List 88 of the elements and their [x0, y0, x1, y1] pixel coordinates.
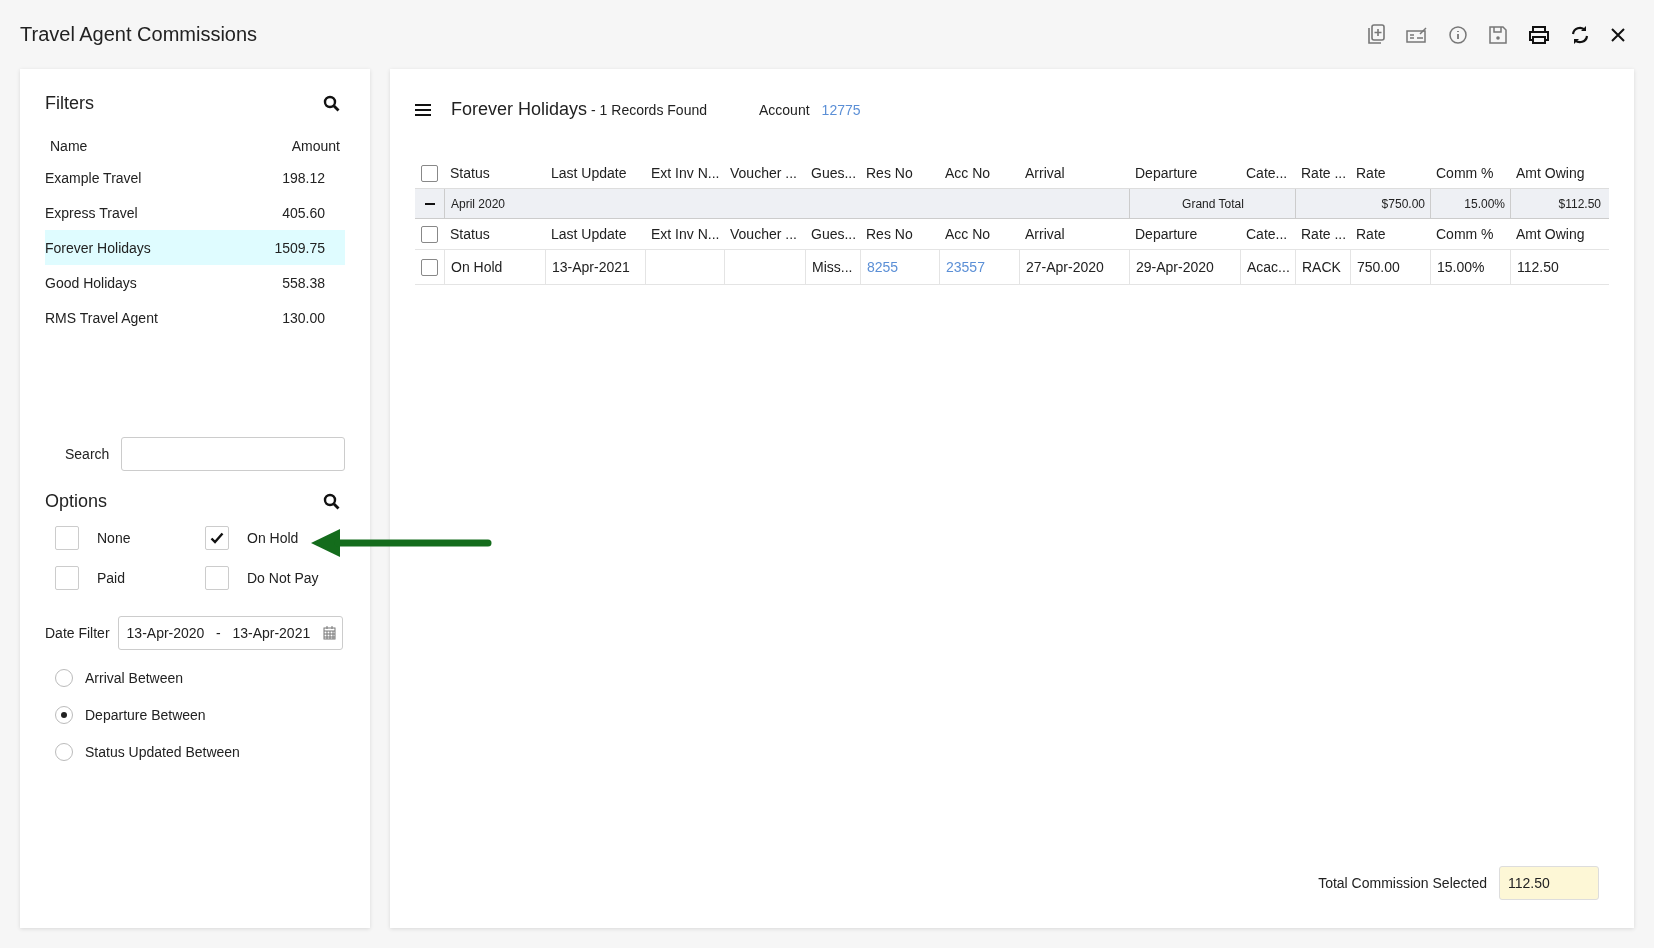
- column-header[interactable]: Ext Inv N...: [645, 219, 724, 249]
- select-all-checkbox[interactable]: [421, 225, 438, 243]
- table-cell: RACK: [1302, 259, 1341, 275]
- column-header[interactable]: Comm %: [1430, 158, 1510, 188]
- column-header[interactable]: Res No: [860, 158, 939, 188]
- table-cell: 15.00%: [1430, 189, 1510, 218]
- column-header[interactable]: Cate...: [1240, 158, 1295, 188]
- column-header[interactable]: Gues...: [805, 158, 860, 188]
- table-cell: 29-Apr-2020: [1136, 259, 1214, 275]
- window-title: Travel Agent Commissions: [20, 23, 258, 46]
- column-header[interactable]: Rate: [1350, 158, 1430, 188]
- search-label: Search: [65, 446, 110, 462]
- column-header[interactable]: Arrival: [1019, 219, 1129, 249]
- column-header[interactable]: Arrival: [1019, 158, 1129, 188]
- column-header[interactable]: Rate ...: [1295, 219, 1350, 249]
- row-checkbox[interactable]: [421, 258, 438, 276]
- table-cell: $112.50: [1510, 189, 1606, 218]
- select-all-checkbox[interactable]: [421, 164, 438, 182]
- records-count: - 1 Records Found: [591, 101, 707, 118]
- agent-list-item[interactable]: Express Travel 405.60: [45, 195, 345, 230]
- section-title: Filters: [45, 93, 94, 114]
- column-header: Name: [50, 138, 88, 154]
- menu-icon[interactable]: [415, 102, 431, 117]
- table-cell: 13-Apr-2021: [552, 259, 630, 275]
- grand-total-label: Grand Total: [1129, 189, 1295, 218]
- column-header[interactable]: Amt Owing: [1510, 219, 1606, 249]
- column-header[interactable]: Acc No: [939, 219, 1019, 249]
- table-cell: 27-Apr-2020: [1026, 259, 1104, 275]
- column-header[interactable]: Status: [444, 158, 545, 188]
- calendar-icon[interactable]: [322, 626, 336, 640]
- table-cell: $750.00: [1295, 189, 1430, 218]
- agent-list-item[interactable]: Example Travel 198.12: [45, 160, 345, 195]
- search-icon[interactable]: [323, 493, 340, 510]
- column-header[interactable]: Ext Inv N...: [645, 158, 724, 188]
- total-label: Total Commission Selected: [1318, 875, 1487, 891]
- table-cell: 750.00: [1357, 259, 1400, 275]
- refresh-icon[interactable]: [1570, 24, 1590, 45]
- agent-title: Forever Holidays: [451, 99, 588, 120]
- checkbox-label: On Hold: [247, 530, 299, 546]
- column-header[interactable]: Status: [444, 219, 545, 249]
- radio-label: Arrival Between: [85, 670, 184, 686]
- checkbox[interactable]: [55, 566, 79, 590]
- info-icon[interactable]: [1448, 24, 1468, 45]
- column-header[interactable]: Departure: [1129, 219, 1240, 249]
- table-cell: 112.50: [1517, 259, 1559, 275]
- total-field: 112.50: [1499, 866, 1599, 900]
- radio-label: Status Updated Between: [85, 744, 240, 760]
- column-header[interactable]: Gues...: [805, 219, 860, 249]
- save-icon[interactable]: [1488, 24, 1508, 45]
- checkbox-label: Do Not Pay: [247, 570, 319, 586]
- checkbox-label: Paid: [97, 570, 126, 586]
- checkmark-icon: [210, 532, 224, 544]
- column-header[interactable]: Voucher ...: [724, 219, 805, 249]
- radio-label: Departure Between: [85, 707, 206, 723]
- column-header: Amount: [291, 138, 340, 154]
- column-header[interactable]: Amt Owing: [1510, 158, 1606, 188]
- date-filter-label: Date Filter: [45, 625, 110, 641]
- column-header[interactable]: Departure: [1129, 158, 1240, 188]
- column-header[interactable]: Last Update: [545, 219, 645, 249]
- checkbox[interactable]: [205, 566, 229, 590]
- table-cell: Miss...: [812, 259, 853, 275]
- table-cell: Acac...: [1247, 259, 1290, 275]
- close-icon[interactable]: [1610, 26, 1626, 43]
- search-icon[interactable]: [323, 95, 340, 112]
- agent-list-item[interactable]: Forever Holidays 1509.75: [45, 230, 345, 265]
- column-header[interactable]: Rate ...: [1295, 158, 1350, 188]
- column-header[interactable]: Comm %: [1430, 219, 1510, 249]
- agent-list-item[interactable]: Good Holidays 558.38: [45, 265, 345, 300]
- agent-list-item[interactable]: RMS Travel Agent 130.00: [45, 300, 345, 335]
- search-field[interactable]: [121, 437, 345, 471]
- table-cell: 15.00%: [1437, 259, 1485, 275]
- table-cell: On Hold: [451, 259, 503, 275]
- checkbox[interactable]: [205, 526, 229, 550]
- checkbox-label: None: [97, 530, 131, 546]
- column-header[interactable]: Rate: [1350, 219, 1430, 249]
- print-icon[interactable]: [1528, 24, 1550, 45]
- column-header[interactable]: Acc No: [939, 158, 1019, 188]
- date-range-field[interactable]: 13-Apr-2020 - 13-Apr-2021: [117, 616, 343, 650]
- account-label: Account: [759, 101, 810, 118]
- column-header[interactable]: Voucher ...: [724, 158, 805, 188]
- group-label: April 2020: [444, 189, 1129, 218]
- checkbox[interactable]: [55, 526, 79, 550]
- column-header[interactable]: Res No: [860, 219, 939, 249]
- column-header[interactable]: Last Update: [545, 158, 645, 188]
- cheque-pen-icon[interactable]: [1406, 25, 1428, 44]
- column-header[interactable]: Cate...: [1240, 219, 1295, 249]
- section-title: Options: [45, 491, 108, 512]
- add-document-icon[interactable]: [1366, 23, 1386, 46]
